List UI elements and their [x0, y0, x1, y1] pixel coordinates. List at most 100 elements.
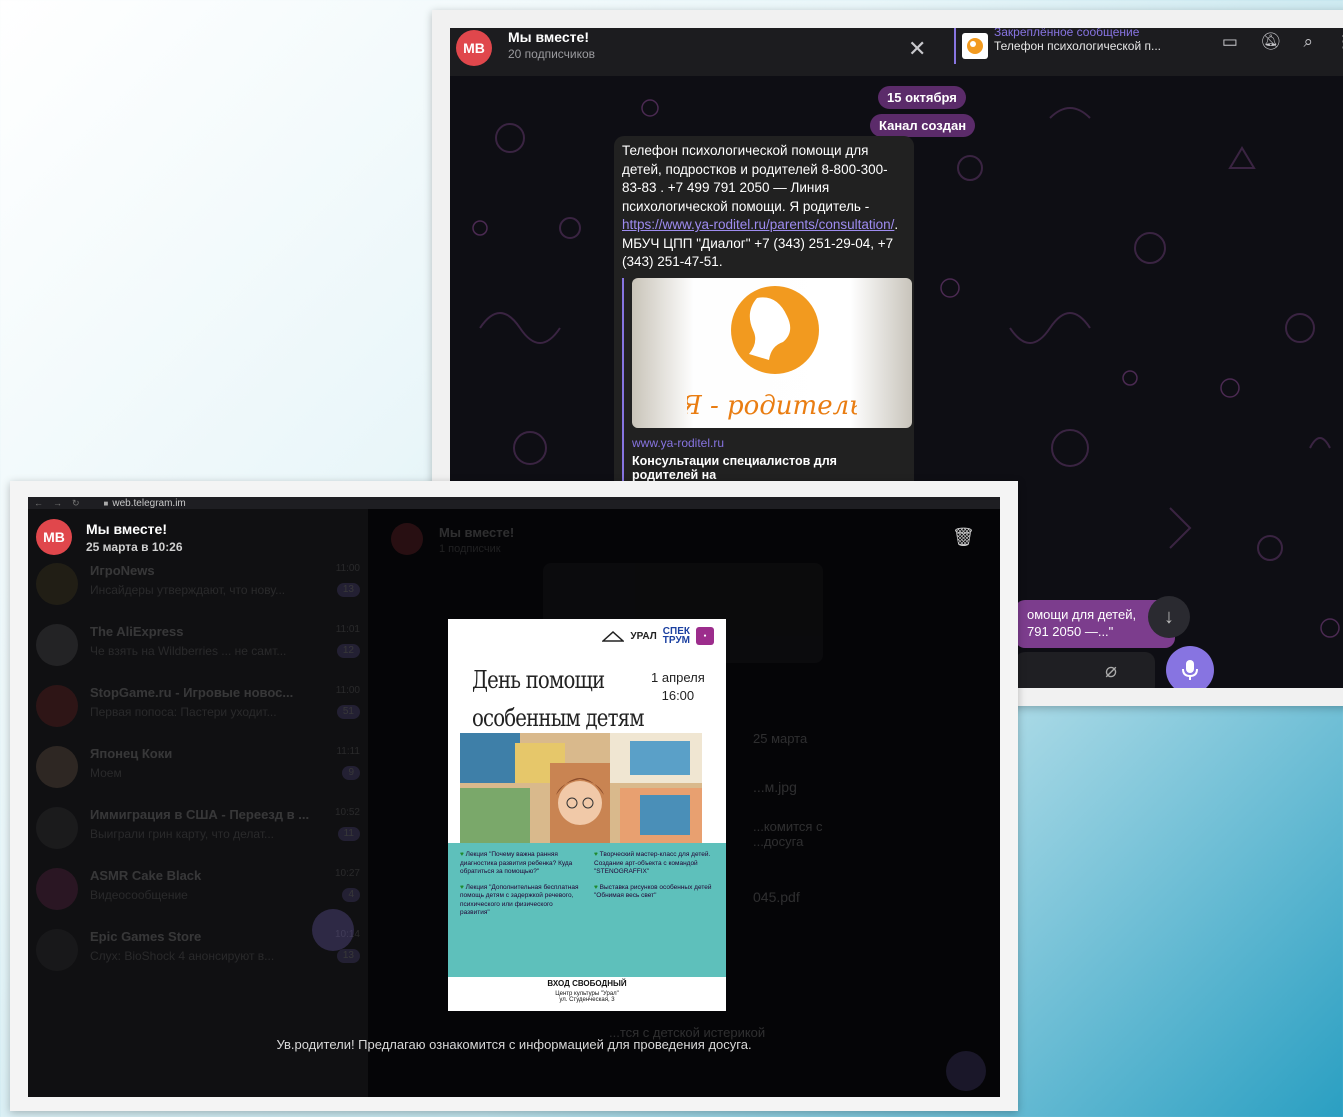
media-viewer-header: МВ Мы вместе! 25 марта в 10:26	[36, 519, 183, 555]
chat-header: МВ Мы вместе! 20 подписчиков ✕ Закреплён…	[450, 28, 1343, 76]
lock-icon: ■	[103, 498, 109, 508]
viewer-channel-name: Мы вместе!	[86, 520, 167, 537]
link-preview[interactable]: Я - родитель www.ya-roditel.ru Консульта…	[622, 277, 912, 482]
unread-badge: 13	[336, 583, 360, 597]
chat-avatar	[36, 807, 78, 849]
service-message: Канал создан	[870, 114, 976, 137]
preview-image: Я - родитель	[632, 277, 912, 428]
more-icon[interactable]: ⋮	[1335, 32, 1343, 52]
badge-icon: ●	[696, 627, 714, 645]
bg-avatar	[391, 523, 423, 555]
unread-badge: 11	[337, 827, 360, 841]
chat-avatar	[36, 563, 78, 605]
pinned-thumbnail	[962, 33, 988, 59]
chat-name: Иммиграция в США - Переезд в ...	[90, 807, 310, 822]
chat-time: 11:00	[335, 563, 360, 574]
event-poster: УРАЛ СПЕК ТРУМ ● День помощи особенным д…	[448, 619, 726, 1011]
poster-photo	[460, 733, 702, 843]
message-text-part: Телефон психологической помощи для детей…	[622, 143, 888, 214]
chat-list-item[interactable]: Иммиграция в США - Переезд в ... 10:52 Выи…	[28, 799, 368, 860]
poster-item: Лекция "Почему важна ранняя диагностика …	[460, 851, 573, 875]
scroll-down-button[interactable]: ↓	[1148, 596, 1190, 638]
message-text: Телефон психологической помощи для детей…	[622, 142, 906, 272]
poster-title-line: День помощи	[472, 666, 605, 694]
microphone-button[interactable]	[1166, 646, 1214, 688]
chat-preview: Выиграли грин карту, что делат...	[90, 827, 274, 841]
back-icon[interactable]: ←	[34, 498, 43, 508]
chat-list-item[interactable]: ИгроNews 11:00 Инсайдеры утверждают, что н…	[28, 555, 368, 616]
poster-date-time: 16:00	[661, 688, 695, 703]
poster-column-right: ♥ Творческий мастер-класс для детей. Соз…	[594, 851, 712, 899]
message-input[interactable]	[1015, 652, 1155, 688]
building-icon	[602, 630, 625, 642]
unread-badge: 13	[336, 949, 360, 963]
pinned-message[interactable]: Закреплённое сообщение Телефон психологи…	[954, 28, 1184, 64]
chat-name: StopGame.ru - Игровые новос...	[90, 685, 294, 700]
pinned-label: Закреплённое сообщение	[994, 28, 1140, 39]
consultation-link[interactable]: https://www.ya-roditel.ru/parents/consul…	[622, 217, 894, 232]
chat-avatar	[36, 929, 78, 971]
chat-preview: Первая попоса: Пастери уходит...	[90, 705, 277, 719]
microphone-icon	[1182, 660, 1198, 680]
preview-description: Консультации специалистов для родителей …	[632, 453, 837, 482]
header-actions: ▭ 🔕︎ ⌕ ⋮	[1222, 32, 1343, 52]
bg-file: 045.pdf	[753, 889, 800, 905]
spektrum-logo: СПЕК ТРУМ	[662, 626, 690, 646]
poster-date-day: 1 апреля	[651, 670, 705, 685]
unread-badge: 4	[342, 888, 360, 902]
chat-preview: Инсайдеры утверждают, что нову...	[90, 583, 286, 597]
viewer-date: 25 марта в 10:26	[86, 539, 183, 554]
chat-time: 11:11	[336, 746, 360, 757]
chat-avatar	[36, 624, 78, 666]
address-bar[interactable]: web.telegram.im	[112, 498, 185, 509]
close-icon[interactable]: ✕	[908, 36, 926, 62]
send-button[interactable]	[946, 1051, 986, 1091]
pinned-text: Телефон психологической п...	[994, 39, 1162, 53]
date-separator: 15 октября	[878, 86, 966, 109]
browser-toolbar: ← → ↻ ■ web.telegram.im	[28, 497, 1000, 509]
chat-avatar	[36, 746, 78, 788]
chat-list-item[interactable]: StopGame.ru - Игровые новос... 11:00 Перва…	[28, 677, 368, 738]
chat-name: ИгроNews	[90, 563, 155, 578]
paperclip-icon[interactable]: ⌀	[1105, 658, 1117, 683]
chat-preview: Видеосообщение	[90, 888, 188, 902]
chat-name: The AliExpress	[90, 624, 184, 639]
poster-title: День помощи особенным детям	[472, 661, 645, 737]
media-caption: Ув.родители! Предлагаю ознакомится с инф…	[276, 1037, 752, 1052]
arrow-down-icon: ↓	[1164, 605, 1174, 628]
chat-preview: Че взять на Wildberries ... не самт...	[90, 644, 287, 658]
bg-file: ...м.jpg	[753, 779, 797, 795]
unread-badge: 12	[336, 644, 360, 658]
bell-off-icon[interactable]: 🔕︎	[1260, 32, 1282, 52]
forward-icon[interactable]: →	[53, 498, 62, 508]
chat-time: 10:52	[334, 807, 360, 818]
preview-site[interactable]: www.ya-roditel.ru	[632, 436, 906, 450]
channel-avatar[interactable]: МВ	[456, 30, 492, 66]
address-text: ул. Студенческая, 3	[559, 997, 615, 1003]
chat-list-item[interactable]: ASMR Cake Black 10:27 Видеосообщение 4	[28, 860, 368, 921]
browser-window: ← → ↻ ■ web.telegram.im ИгроNews 11:00 Инс…	[28, 497, 1000, 1097]
chat-list-item[interactable]: Японец Коки 11:11 Моем 9	[28, 738, 368, 799]
chat-preview: Слух: BioShock 4 анонсируют в...	[90, 949, 275, 963]
channel-info[interactable]: Мы вместе! 20 подписчиков	[508, 29, 595, 61]
bg-date: 25 марта	[753, 731, 808, 746]
subscriber-count: 20 подписчиков	[508, 47, 596, 61]
chat-icon[interactable]: ▭	[1222, 32, 1238, 52]
poster-title-line: особенным детям	[472, 704, 645, 732]
chat-name: Японец Коки	[90, 746, 173, 761]
poster-item: Творческий мастер-класс для детей. Созда…	[594, 851, 711, 875]
reload-icon[interactable]: ↻	[72, 498, 80, 509]
bg-chat-sub: 1 подписчик	[439, 543, 501, 555]
telegram-web-screenshot: ← → ↻ ■ web.telegram.im ИгроNews 11:00 Инс…	[10, 481, 1018, 1111]
chat-list-item[interactable]: The AliExpress 11:01 Че взять на Wildberri…	[28, 616, 368, 677]
bg-chat-title: Мы вместе!	[439, 525, 515, 540]
new-message-button[interactable]	[312, 909, 354, 951]
trash-icon[interactable]: 🗑︎	[952, 527, 975, 548]
chat-time: 11:00	[335, 685, 360, 696]
chat-preview: Моем	[90, 766, 122, 780]
poster-info-panel: ♥ Лекция "Почему важна ранняя диагностик…	[448, 843, 726, 977]
logo-text: Я - родитель	[687, 391, 857, 421]
search-icon[interactable]: ⌕	[1303, 32, 1313, 52]
bg-text: ...комится с ...досуга	[753, 819, 823, 849]
viewer-avatar[interactable]: МВ	[36, 519, 72, 555]
